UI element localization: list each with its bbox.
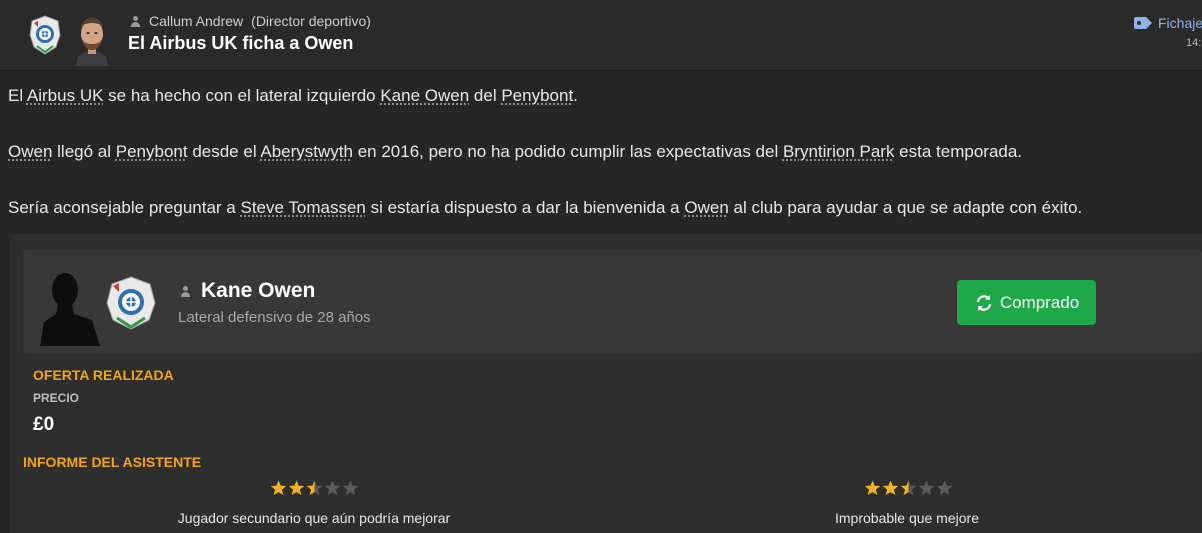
star-icon: [306, 480, 323, 495]
sender-avatar[interactable]: [70, 10, 114, 66]
star-icon: [936, 480, 953, 495]
star-icon: [288, 480, 305, 495]
person-icon: [130, 15, 141, 27]
price-label: PRECIO: [33, 391, 80, 405]
stadium-link[interactable]: Bryntirion Park: [783, 142, 894, 161]
person-link[interactable]: Steve Tomassen: [241, 198, 366, 217]
status-label: Comprado: [999, 292, 1080, 312]
price-value: £0: [33, 414, 55, 435]
star-icon: [270, 480, 287, 495]
star-icon: [864, 480, 881, 495]
text-segment: desde el: [187, 142, 261, 161]
player-name[interactable]: Kane Owen: [201, 279, 315, 303]
message-header: Callum Andrew (Director deportivo) El Ai…: [0, 0, 1202, 71]
player-silhouette-icon[interactable]: [38, 268, 104, 346]
tag-icon: [1134, 17, 1152, 29]
news-title: El Airbus UK ficha a Owen: [128, 33, 354, 53]
player-link[interactable]: Owen: [684, 198, 728, 217]
text-segment: El: [8, 86, 27, 105]
message-time: 14:: [1186, 37, 1202, 49]
text-segment: llegó al: [52, 142, 116, 161]
sender-role: (Director deportivo): [251, 13, 371, 29]
potential-ability-text: Improbable que mejore: [835, 510, 979, 526]
player-link[interactable]: Owen: [8, 142, 52, 161]
body-paragraph-3: Sería aconsejable preguntar a Steve Toma…: [8, 198, 1082, 218]
text-segment: .: [573, 86, 578, 105]
person-icon: [180, 285, 191, 297]
player-description: Lateral defensivo de 28 años: [178, 309, 371, 326]
text-segment: del: [469, 86, 502, 105]
offer-section-title: OFERTA REALIZADA: [33, 367, 174, 383]
star-icon: [324, 480, 341, 495]
club-link[interactable]: Penybont: [501, 86, 573, 105]
star-icon: [918, 480, 935, 495]
sender-info: Callum Andrew (Director deportivo): [130, 13, 371, 29]
star-icon: [882, 480, 899, 495]
text-segment: en 2016, pero no ha podido cumplir las e…: [352, 142, 783, 161]
star-icon: [900, 480, 917, 495]
refresh-icon: [976, 294, 991, 311]
club-link[interactable]: Penybont: [116, 142, 188, 161]
news-category-tag[interactable]: Fichaje: [1134, 15, 1202, 31]
player-club-crest-icon[interactable]: [104, 275, 158, 331]
potential-ability-stars: [864, 480, 953, 496]
text-segment: Sería aconsejable preguntar a: [8, 198, 241, 217]
body-paragraph-2: Owen llegó al Penybont desde el Aberystw…: [8, 142, 1022, 162]
sender-name[interactable]: Callum Andrew: [149, 13, 243, 29]
text-segment: esta temporada.: [894, 142, 1023, 161]
text-segment: se ha hecho con el lateral izquierdo: [103, 86, 381, 105]
current-ability-stars: [270, 480, 359, 496]
club-link[interactable]: Airbus UK: [27, 86, 104, 105]
club-crest-icon[interactable]: [28, 15, 62, 55]
assistant-report-title: INFORME DEL ASISTENTE: [23, 454, 202, 470]
text-segment: al club para ayudar a que se adapte con …: [728, 198, 1083, 217]
star-icon: [342, 480, 359, 495]
club-link[interactable]: Aberystwyth: [260, 142, 353, 161]
tag-label: Fichaje: [1158, 15, 1202, 31]
body-paragraph-1: El Airbus UK se ha hecho con el lateral …: [8, 86, 578, 106]
text-segment: si estaría dispuesto a dar la bienvenida…: [365, 198, 685, 217]
player-name-row: Kane Owen: [180, 279, 315, 303]
transfer-status-button[interactable]: Comprado: [957, 280, 1096, 325]
player-link[interactable]: Kane Owen: [380, 86, 469, 105]
current-ability-text: Jugador secundario que aún podría mejora…: [177, 510, 451, 526]
